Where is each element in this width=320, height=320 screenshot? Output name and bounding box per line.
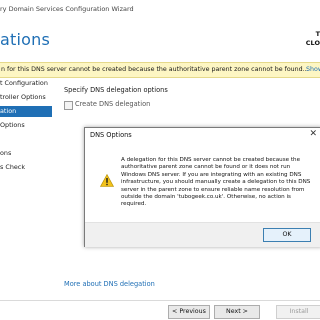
nav-item-dns-options[interactable]: ation <box>0 106 52 117</box>
create-dns-delegation-checkbox[interactable] <box>64 101 73 110</box>
warning-show-more-link[interactable]: Show <box>306 63 320 77</box>
nav-item-prerequisites-check[interactable]: s Check <box>0 162 52 173</box>
dialog-message: A delegation for this DNS server cannot … <box>121 157 311 208</box>
close-icon[interactable]: ✕ <box>309 129 317 139</box>
next-button[interactable]: Next > <box>214 305 260 319</box>
wizard-nav: t Configuration troller Options ation Op… <box>0 78 52 278</box>
nav-item-installation[interactable] <box>0 176 52 187</box>
dialog-footer: OK <box>85 222 320 247</box>
install-button: Install <box>276 305 320 319</box>
nav-item-additional-options[interactable]: Options <box>0 120 52 131</box>
nav-item-paths[interactable] <box>0 134 52 145</box>
target-server-line2: CLO <box>305 39 320 47</box>
target-server-line1: T <box>315 30 320 38</box>
nav-item-domain-controller-options[interactable]: troller Options <box>0 92 52 103</box>
dns-options-dialog: DNS Options ✕ A delegation for this DNS … <box>84 127 320 247</box>
footer-divider <box>0 300 320 301</box>
nav-item-deployment-configuration[interactable]: t Configuration <box>0 78 52 89</box>
ok-button[interactable]: OK <box>263 228 311 242</box>
more-about-dns-delegation-link[interactable]: More about DNS delegation <box>64 280 155 288</box>
dialog-title: DNS Options <box>90 131 132 139</box>
target-server-label: T CLO <box>306 30 320 48</box>
window-title: ry Domain Services Configuration Wizard <box>0 5 134 13</box>
previous-button[interactable]: < Previous <box>168 305 210 319</box>
window-titlebar: ry Domain Services Configuration Wizard <box>0 0 320 18</box>
nav-item-review-options[interactable]: ons <box>0 148 52 159</box>
dialog-body: A delegation for this DNS server cannot … <box>85 144 320 222</box>
warning-message: n for this DNS server cannot be created … <box>1 66 309 73</box>
section-label: Specify DNS delegation options <box>64 86 168 94</box>
create-dns-delegation-label: Create DNS delegation <box>75 100 151 108</box>
warning-icon <box>100 174 114 187</box>
warning-bar: n for this DNS server cannot be created … <box>0 62 320 78</box>
page-title: ations <box>0 30 50 49</box>
